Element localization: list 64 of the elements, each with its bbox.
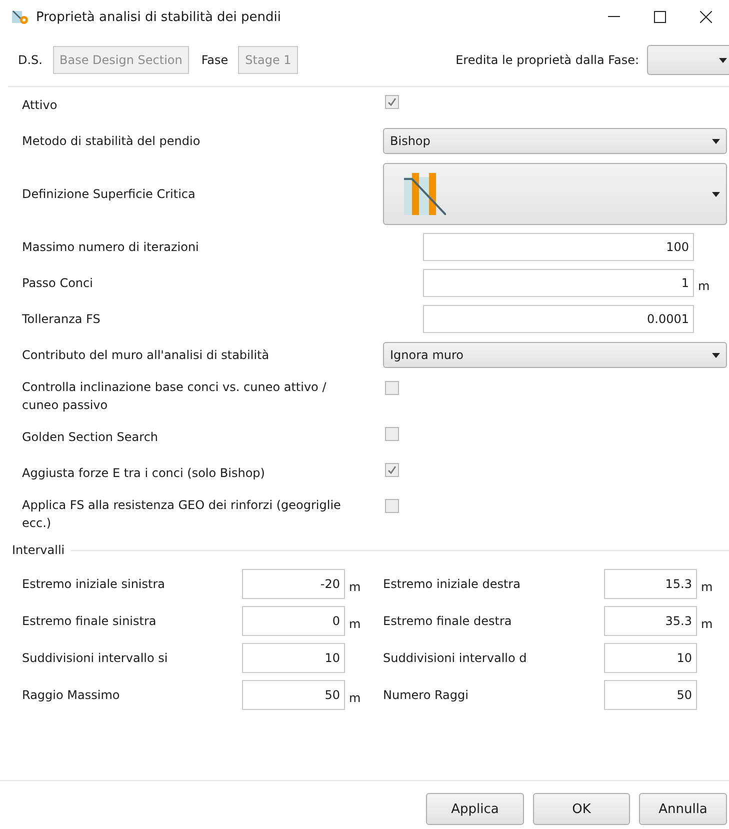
property-label: Attivo (22, 97, 58, 114)
property-label: Aggiusta forze E tra i conci (solo Bishop) (22, 465, 266, 482)
unit-label: m (349, 579, 361, 594)
design-section-field: Base Design Section (52, 46, 190, 74)
number-field[interactable]: -20 (242, 569, 345, 599)
phase-label: Fase (201, 53, 228, 67)
field-label: Raggio Massimo (22, 688, 120, 702)
surface-dropdown[interactable] (383, 163, 727, 225)
property-label: Applica FS alla resistenza GEO dei rinforzi (geogriglie ecc.) (22, 497, 342, 532)
number-field[interactable]: 100 (423, 233, 694, 261)
checkbox[interactable] (385, 463, 399, 477)
property-label: Contributo del muro all'analisi di stabilità (22, 347, 270, 364)
property-label: Metodo di stabilità del pendio (22, 133, 202, 150)
inherit-label: Eredita le proprietà dalla Fase: (456, 53, 639, 67)
phase-field: Stage 1 (238, 46, 298, 74)
app-icon (12, 9, 30, 25)
phase-dropdown[interactable] (647, 45, 729, 75)
field-label: Suddivisioni intervallo d (383, 651, 527, 665)
number-field[interactable]: 10 (604, 643, 697, 673)
dropdown[interactable]: Bishop (383, 128, 727, 154)
checkbox[interactable] (385, 427, 399, 441)
property-label: Golden Section Search (22, 429, 160, 446)
number-field[interactable]: 50 (242, 680, 345, 710)
slope-slices-icon (404, 173, 446, 215)
unit-label: m (701, 579, 713, 594)
property-label: Passo Conci (22, 275, 94, 292)
caret-icon (719, 58, 727, 62)
unit-label: m (698, 278, 710, 293)
number-field[interactable]: 1 (423, 269, 694, 297)
field-label: Estremo finale destra (383, 614, 512, 628)
checkbox[interactable] (385, 499, 399, 513)
window-title: Proprietà analisi di stabilità dei pendii (36, 10, 282, 24)
field-label: Numero Raggi (383, 688, 468, 702)
property-label: Massimo numero di iterazioni (22, 239, 200, 256)
maximize-icon[interactable] (654, 11, 666, 23)
number-field[interactable]: 15.3 (604, 569, 697, 599)
close-icon[interactable] (700, 11, 712, 23)
dialog-button[interactable]: OK (533, 793, 630, 825)
field-label: Estremo finale sinistra (22, 614, 156, 628)
dropdown[interactable]: Ignora muro (383, 342, 727, 368)
field-label: Estremo iniziale sinistra (22, 577, 165, 591)
dialog-button[interactable]: Applica (426, 793, 524, 825)
field-label: Suddivisioni intervallo si (22, 651, 168, 665)
dialog-button[interactable]: Annulla (639, 793, 727, 825)
number-field[interactable]: 0 (242, 606, 345, 636)
property-label: Definizione Superficie Critica (22, 186, 196, 203)
property-label: Tolleranza FS (22, 311, 102, 328)
checkbox[interactable] (385, 381, 399, 395)
number-field[interactable]: 0.0001 (423, 305, 694, 333)
minimize-icon[interactable] (608, 16, 620, 18)
group-title: Intervalli (12, 543, 65, 557)
caret-icon (712, 192, 720, 196)
field-label: Estremo iniziale destra (383, 577, 520, 591)
property-label: Controlla inclinazione base conci vs. cuneo attivo / cuneo passivo (22, 379, 328, 414)
unit-label: m (349, 616, 361, 631)
ds-label: D.S. (18, 53, 42, 67)
number-field[interactable]: 35.3 (604, 606, 697, 636)
caret-icon (712, 138, 720, 144)
number-field[interactable]: 10 (242, 643, 345, 673)
unit-label: m (349, 690, 361, 705)
unit-label: m (701, 616, 713, 631)
checkbox[interactable] (385, 95, 399, 109)
number-field[interactable]: 50 (604, 680, 697, 710)
caret-icon (712, 352, 720, 358)
